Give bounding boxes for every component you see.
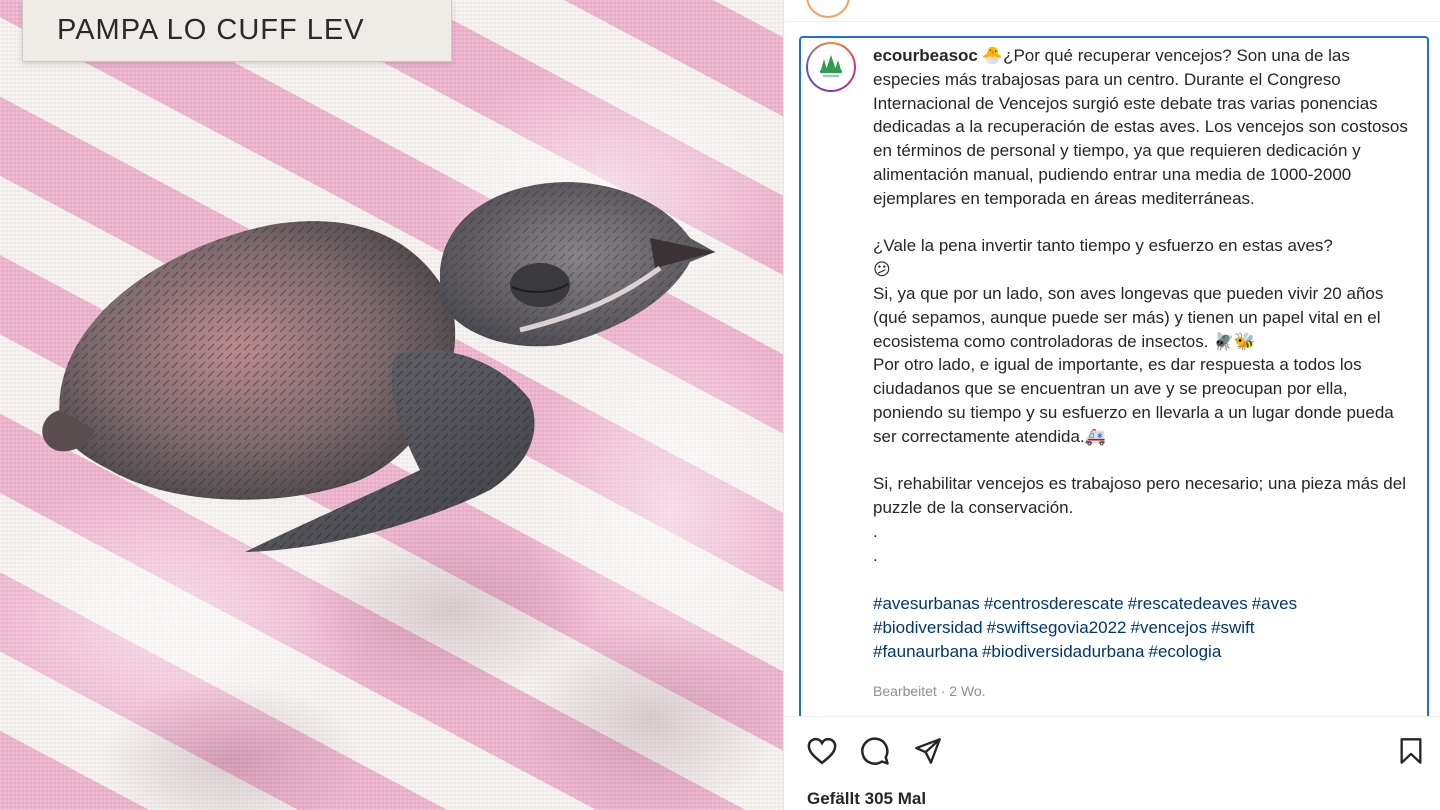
- hashtag-list: #avesurbanas #centrosderescate #rescatedea…: [873, 592, 1408, 663]
- share-icon: [915, 738, 941, 764]
- save-button[interactable]: [1395, 735, 1427, 767]
- caption-text: ecourbeasoc 🐣¿Por qué recuperar vencejos?…: [873, 44, 1408, 568]
- hashtag-link[interactable]: #ecologia: [1149, 642, 1222, 661]
- comment-icon: [861, 737, 889, 765]
- hashtag-link[interactable]: #biodiversidadurbana: [982, 642, 1145, 661]
- tree-logo-icon: [820, 55, 842, 77]
- hashtag-link[interactable]: #centrosderescate: [984, 594, 1124, 613]
- caption-lead-emoji: 🐣: [981, 46, 1004, 65]
- comment-button[interactable]: [859, 735, 891, 767]
- swift-chick-illustration: [42, 182, 716, 552]
- hashtag-link[interactable]: #swift: [1211, 618, 1254, 637]
- post-timestamp[interactable]: Bearbeitet · 2 Wo.: [873, 683, 986, 699]
- bookmark-icon: [1400, 738, 1422, 764]
- actions-divider: [784, 716, 1440, 717]
- hashtag-link[interactable]: #swiftsegovia2022: [987, 618, 1127, 637]
- hashtag-link[interactable]: #faunaurbana: [873, 642, 978, 661]
- caption-body: ¿Por qué recuperar vencejos? Son una de …: [873, 46, 1408, 565]
- hashtag-link[interactable]: #avesurbanas: [873, 594, 980, 613]
- hashtag-link[interactable]: #aves: [1252, 594, 1297, 613]
- hashtag-link[interactable]: #vencejos: [1131, 618, 1208, 637]
- header-avatar-ring[interactable]: [806, 0, 850, 18]
- avatar[interactable]: [806, 42, 856, 92]
- hashtag-link[interactable]: #biodiversidad: [873, 618, 983, 637]
- share-button[interactable]: [912, 735, 944, 767]
- heart-icon: [807, 737, 837, 765]
- like-count[interactable]: Gefällt 305 Mal: [807, 789, 926, 809]
- post-photo[interactable]: PAMPA LO CUFF LEV: [0, 0, 783, 810]
- post-detail-panel: ecourbeasoc 🐣¿Por qué recuperar vencejos?…: [783, 0, 1440, 810]
- like-button[interactable]: [806, 735, 838, 767]
- hashtag-link[interactable]: #rescatedeaves: [1128, 594, 1248, 613]
- post-header: [784, 0, 1440, 22]
- avatar-inner: [808, 44, 854, 90]
- username-link[interactable]: ecourbeasoc: [873, 46, 978, 65]
